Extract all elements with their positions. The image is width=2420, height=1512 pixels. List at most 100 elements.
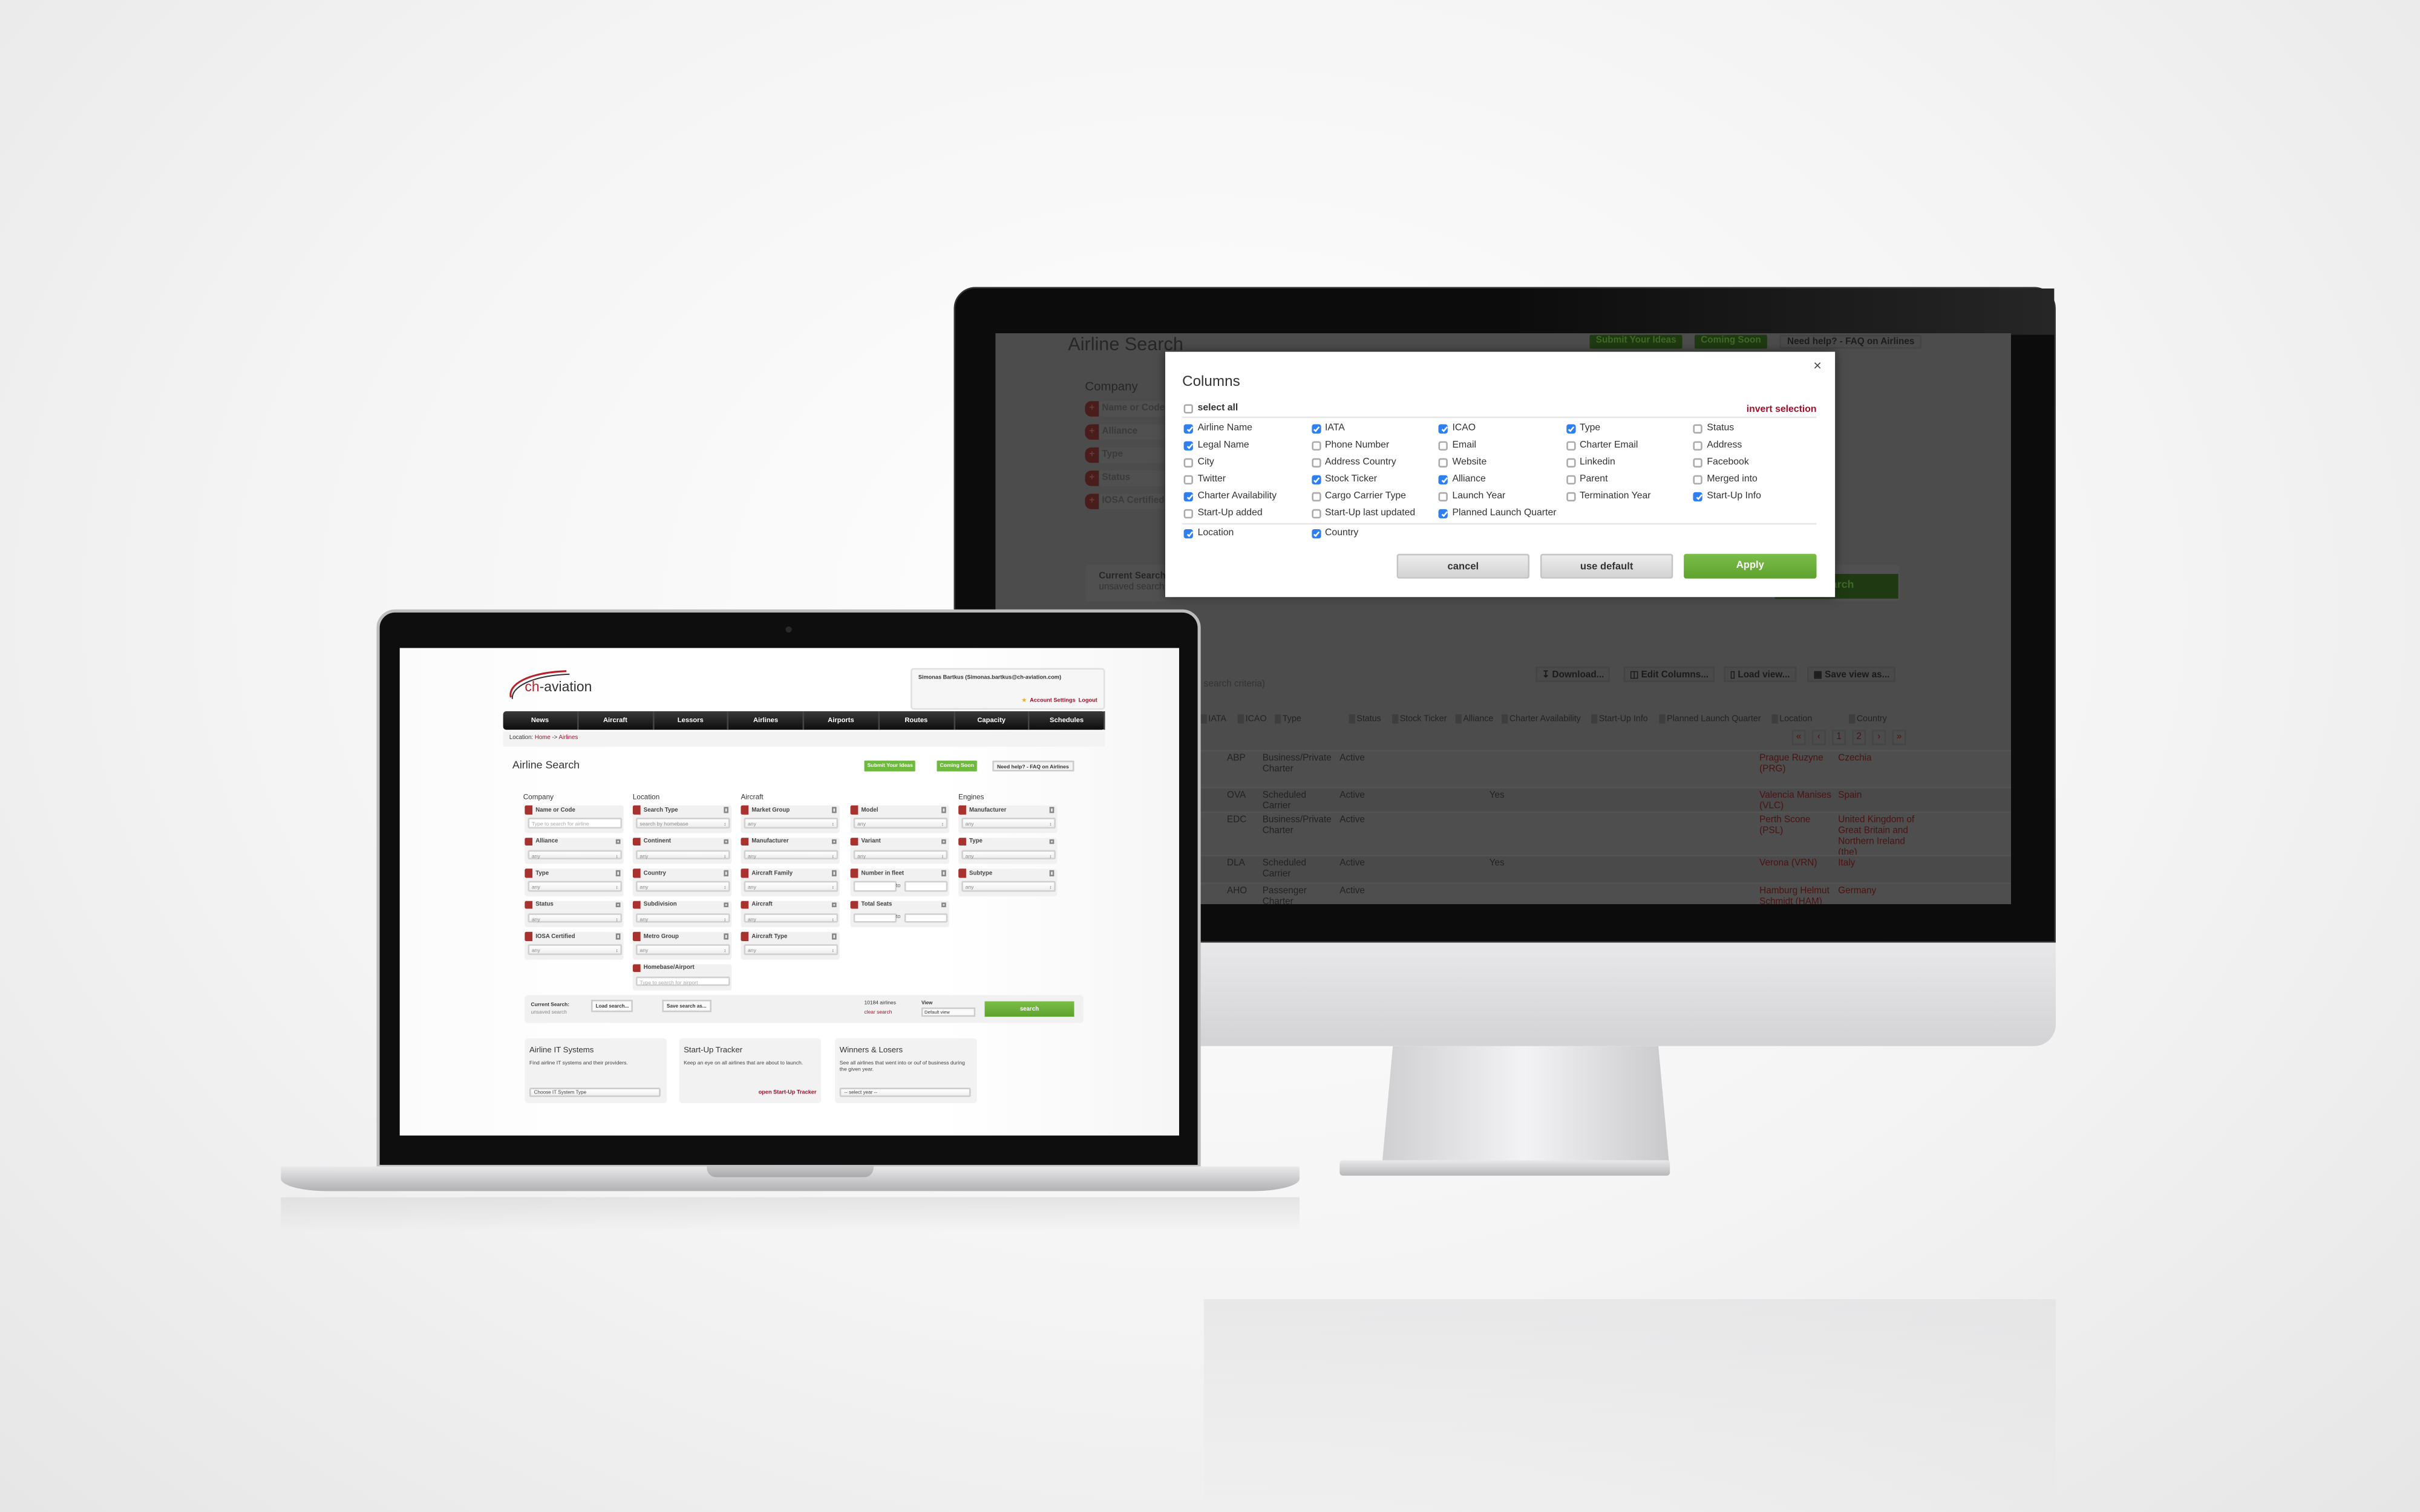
filter-select[interactable]: any [960, 849, 1055, 859]
sort-icon[interactable] [1659, 714, 1666, 724]
sort-icon[interactable] [1591, 714, 1598, 724]
table-header-country[interactable]: Country [1849, 714, 1887, 725]
logout-link[interactable]: Logout [1079, 697, 1097, 703]
filter-select[interactable]: any [852, 818, 947, 828]
filter-select[interactable]: any [635, 944, 730, 954]
cell-country[interactable]: Italy [1838, 859, 1915, 870]
column-checkbox-charter-email[interactable]: Charter Email [1565, 440, 1638, 451]
column-checkbox-stock-ticker[interactable]: Stock Ticker [1311, 474, 1377, 484]
save-view-button[interactable]: ▦ Save view as... [1807, 666, 1896, 682]
column-checkbox-termination-year[interactable]: Termination Year [1565, 490, 1651, 501]
account-settings-link[interactable]: Account Settings [1030, 697, 1075, 703]
range-from-input[interactable] [852, 912, 896, 923]
column-checkbox-address-country[interactable]: Address Country [1311, 457, 1396, 468]
filter-tag-icon[interactable] [850, 900, 858, 909]
filter-select[interactable]: any [635, 849, 730, 859]
filter-tag-icon[interactable] [525, 805, 533, 814]
filter-tag-icon[interactable] [958, 836, 966, 846]
cell-location[interactable]: Prague Ruzyne (PRG) [1759, 754, 1837, 776]
sort-icon[interactable] [1237, 714, 1244, 724]
column-checkbox-start-up-info[interactable]: Start-Up Info [1693, 490, 1761, 501]
company-filter-3[interactable]: Status [1085, 471, 1178, 486]
sort-icon[interactable] [1502, 714, 1508, 724]
cell-country[interactable]: United Kingdom of Great Britain and Nort… [1838, 816, 1915, 859]
list-icon[interactable] [724, 933, 729, 939]
list-icon[interactable] [615, 933, 621, 939]
column-checkbox-phone-number[interactable]: Phone Number [1311, 440, 1389, 451]
column-checkbox-status[interactable]: Status [1693, 423, 1734, 434]
nav-capacity[interactable]: Capacity [955, 711, 1030, 730]
filter-select[interactable]: any [743, 944, 837, 954]
list-icon[interactable] [615, 838, 621, 844]
table-header-stock-ticker[interactable]: Stock Ticker [1392, 714, 1447, 725]
list-icon[interactable] [724, 838, 729, 844]
ch-aviation-logo[interactable]: ch-aviation [505, 666, 619, 705]
list-icon[interactable] [831, 902, 837, 908]
filter-select[interactable]: any [635, 881, 730, 891]
filter-tag-icon[interactable] [850, 836, 858, 846]
table-row[interactable]: DLA Scheduled Carrier Active Yes Verona (VRN… [1196, 855, 2011, 883]
filter-tag-icon[interactable] [741, 805, 749, 814]
cell-location[interactable]: Hamburg Helmut Schmidt (HAM) [1759, 887, 1837, 904]
sort-icon[interactable] [1771, 714, 1778, 724]
faq-button[interactable]: Need help? - FAQ on Airlines [1779, 334, 1923, 349]
filter-select[interactable]: search by homebase [635, 818, 730, 828]
company-filter-4[interactable]: IOSA Certified [1085, 494, 1178, 509]
company-filter-0[interactable]: Name or Code [1085, 401, 1178, 417]
filter-select[interactable]: any [743, 881, 837, 891]
list-icon[interactable] [831, 870, 837, 876]
filter-tag-icon[interactable] [741, 836, 749, 846]
nav-airports[interactable]: Airports [804, 711, 880, 730]
filter-select[interactable]: any [635, 912, 730, 923]
column-checkbox-city[interactable]: City [1183, 457, 1214, 468]
cell-country[interactable]: Czechia [1838, 754, 1915, 765]
filter-tag-icon[interactable] [741, 931, 749, 940]
column-checkbox-airline-name[interactable]: Airline Name [1183, 423, 1252, 434]
pagination-1[interactable]: ‹ [1811, 729, 1826, 746]
list-icon[interactable] [724, 902, 729, 908]
column-checkbox-start-up-added[interactable]: Start-Up added [1183, 507, 1263, 518]
sort-icon[interactable] [1275, 714, 1281, 724]
card-link[interactable]: open Start-Up Tracker [759, 1089, 817, 1095]
column-checkbox-parent[interactable]: Parent [1565, 474, 1607, 484]
table-header-type[interactable]: Type [1275, 714, 1301, 725]
nav-airlines[interactable]: Airlines [729, 711, 805, 730]
view-select[interactable]: Default view [921, 1007, 976, 1017]
filter-select[interactable]: any [743, 912, 837, 923]
search-button[interactable]: search [984, 1001, 1074, 1017]
column-checkbox-iata[interactable]: IATA [1311, 423, 1345, 434]
cell-location[interactable]: Perth Scone (PSL) [1759, 816, 1837, 838]
filter-tag-icon[interactable] [958, 805, 966, 814]
column-checkbox-email[interactable]: Email [1438, 440, 1476, 451]
column-checkbox-address[interactable]: Address [1693, 440, 1742, 451]
filter-tag-icon[interactable] [741, 900, 749, 909]
filter-tag-icon[interactable] [525, 868, 533, 878]
cell-country[interactable]: Spain [1838, 792, 1915, 803]
column-checkbox-website[interactable]: Website [1438, 457, 1486, 468]
filter-tag-icon[interactable] [632, 900, 641, 909]
range-from-input[interactable] [852, 881, 896, 891]
load-view-button[interactable]: ▯ Load view... [1724, 666, 1796, 682]
column-checkbox-cargo-carrier-type[interactable]: Cargo Carrier Type [1311, 490, 1406, 501]
table-row[interactable]: EDC Business/Private Charter Active Perth S… [1196, 811, 2011, 858]
coming-soon-button[interactable]: Coming Soon [937, 760, 977, 772]
list-icon[interactable] [941, 870, 946, 876]
close-icon[interactable]: × [1813, 358, 1821, 374]
sort-icon[interactable] [1455, 714, 1462, 724]
filter-tag-icon[interactable] [525, 931, 533, 940]
list-icon[interactable] [831, 807, 837, 813]
cell-location[interactable]: Valencia Manises (VLC) [1759, 792, 1837, 813]
filter-select[interactable]: any [527, 944, 621, 954]
pagination-3[interactable]: 2 [1852, 729, 1866, 746]
table-header-start-up-info[interactable]: Start-Up Info [1591, 714, 1648, 725]
cell-location[interactable]: Verona (VRN) [1759, 859, 1837, 870]
star-icon[interactable]: ★ [1022, 697, 1027, 703]
filter-select[interactable]: any [852, 849, 947, 859]
filter-select[interactable]: any [743, 818, 837, 828]
filter-select[interactable]: any [743, 849, 837, 859]
clear-search-link[interactable]: clear search [865, 1009, 892, 1015]
cancel-button[interactable]: cancel [1396, 553, 1530, 579]
edit-columns-button[interactable]: ◫ Edit Columns... [1623, 666, 1715, 682]
use-default-button[interactable]: use default [1540, 553, 1673, 579]
pagination-2[interactable]: 1 [1832, 729, 1846, 746]
